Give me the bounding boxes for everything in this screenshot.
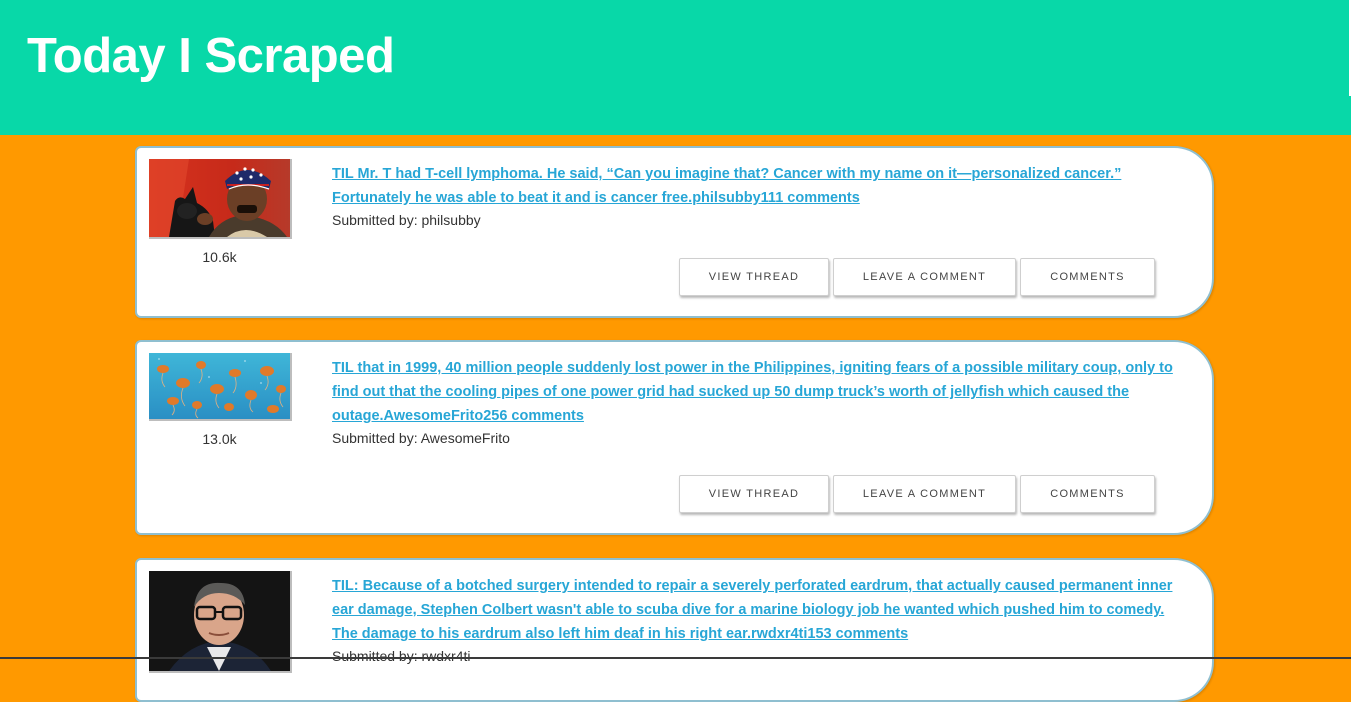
post-score: 13.0k: [202, 431, 237, 447]
leave-comment-button[interactable]: LEAVE A COMMENT: [833, 475, 1016, 513]
post-title-link[interactable]: TIL: Because of a botched surgery intend…: [332, 574, 1192, 646]
man-in-bandana-with-cat-image: [149, 159, 290, 237]
post-card: TIL: Because of a botched surgery intend…: [135, 558, 1214, 702]
post-title-link[interactable]: TIL that in 1999, 40 million people sudd…: [332, 356, 1192, 428]
jellyfish-image: [149, 353, 290, 419]
view-thread-button[interactable]: VIEW THREAD: [679, 258, 829, 296]
post-submitted-by: Submitted by: philsubby: [332, 212, 481, 228]
comments-button[interactable]: COMMENTS: [1020, 258, 1155, 296]
view-thread-button[interactable]: VIEW THREAD: [679, 475, 829, 513]
post-submitted-by: Submitted by: AwesomeFrito: [332, 430, 510, 446]
post-thumbnail[interactable]: [149, 353, 292, 421]
site-title: Today I Scraped: [27, 29, 395, 83]
man-with-glasses-portrait-image: [149, 571, 290, 671]
post-submitted-by: Submitted by: rwdxr4ti: [332, 648, 471, 664]
post-title-link[interactable]: TIL Mr. T had T-cell lymphoma. He said, …: [332, 162, 1192, 210]
post-card: 13.0k TIL that in 1999, 40 million peopl…: [135, 340, 1214, 535]
post-card: 10.6k TIL Mr. T had T-cell lymphoma. He …: [135, 146, 1214, 318]
post-thumbnail[interactable]: [149, 159, 292, 239]
post-score: 10.6k: [202, 249, 237, 265]
comments-button[interactable]: COMMENTS: [1020, 475, 1155, 513]
leave-comment-button[interactable]: LEAVE A COMMENT: [833, 258, 1016, 296]
site-header: Today I Scraped: [0, 0, 1351, 135]
